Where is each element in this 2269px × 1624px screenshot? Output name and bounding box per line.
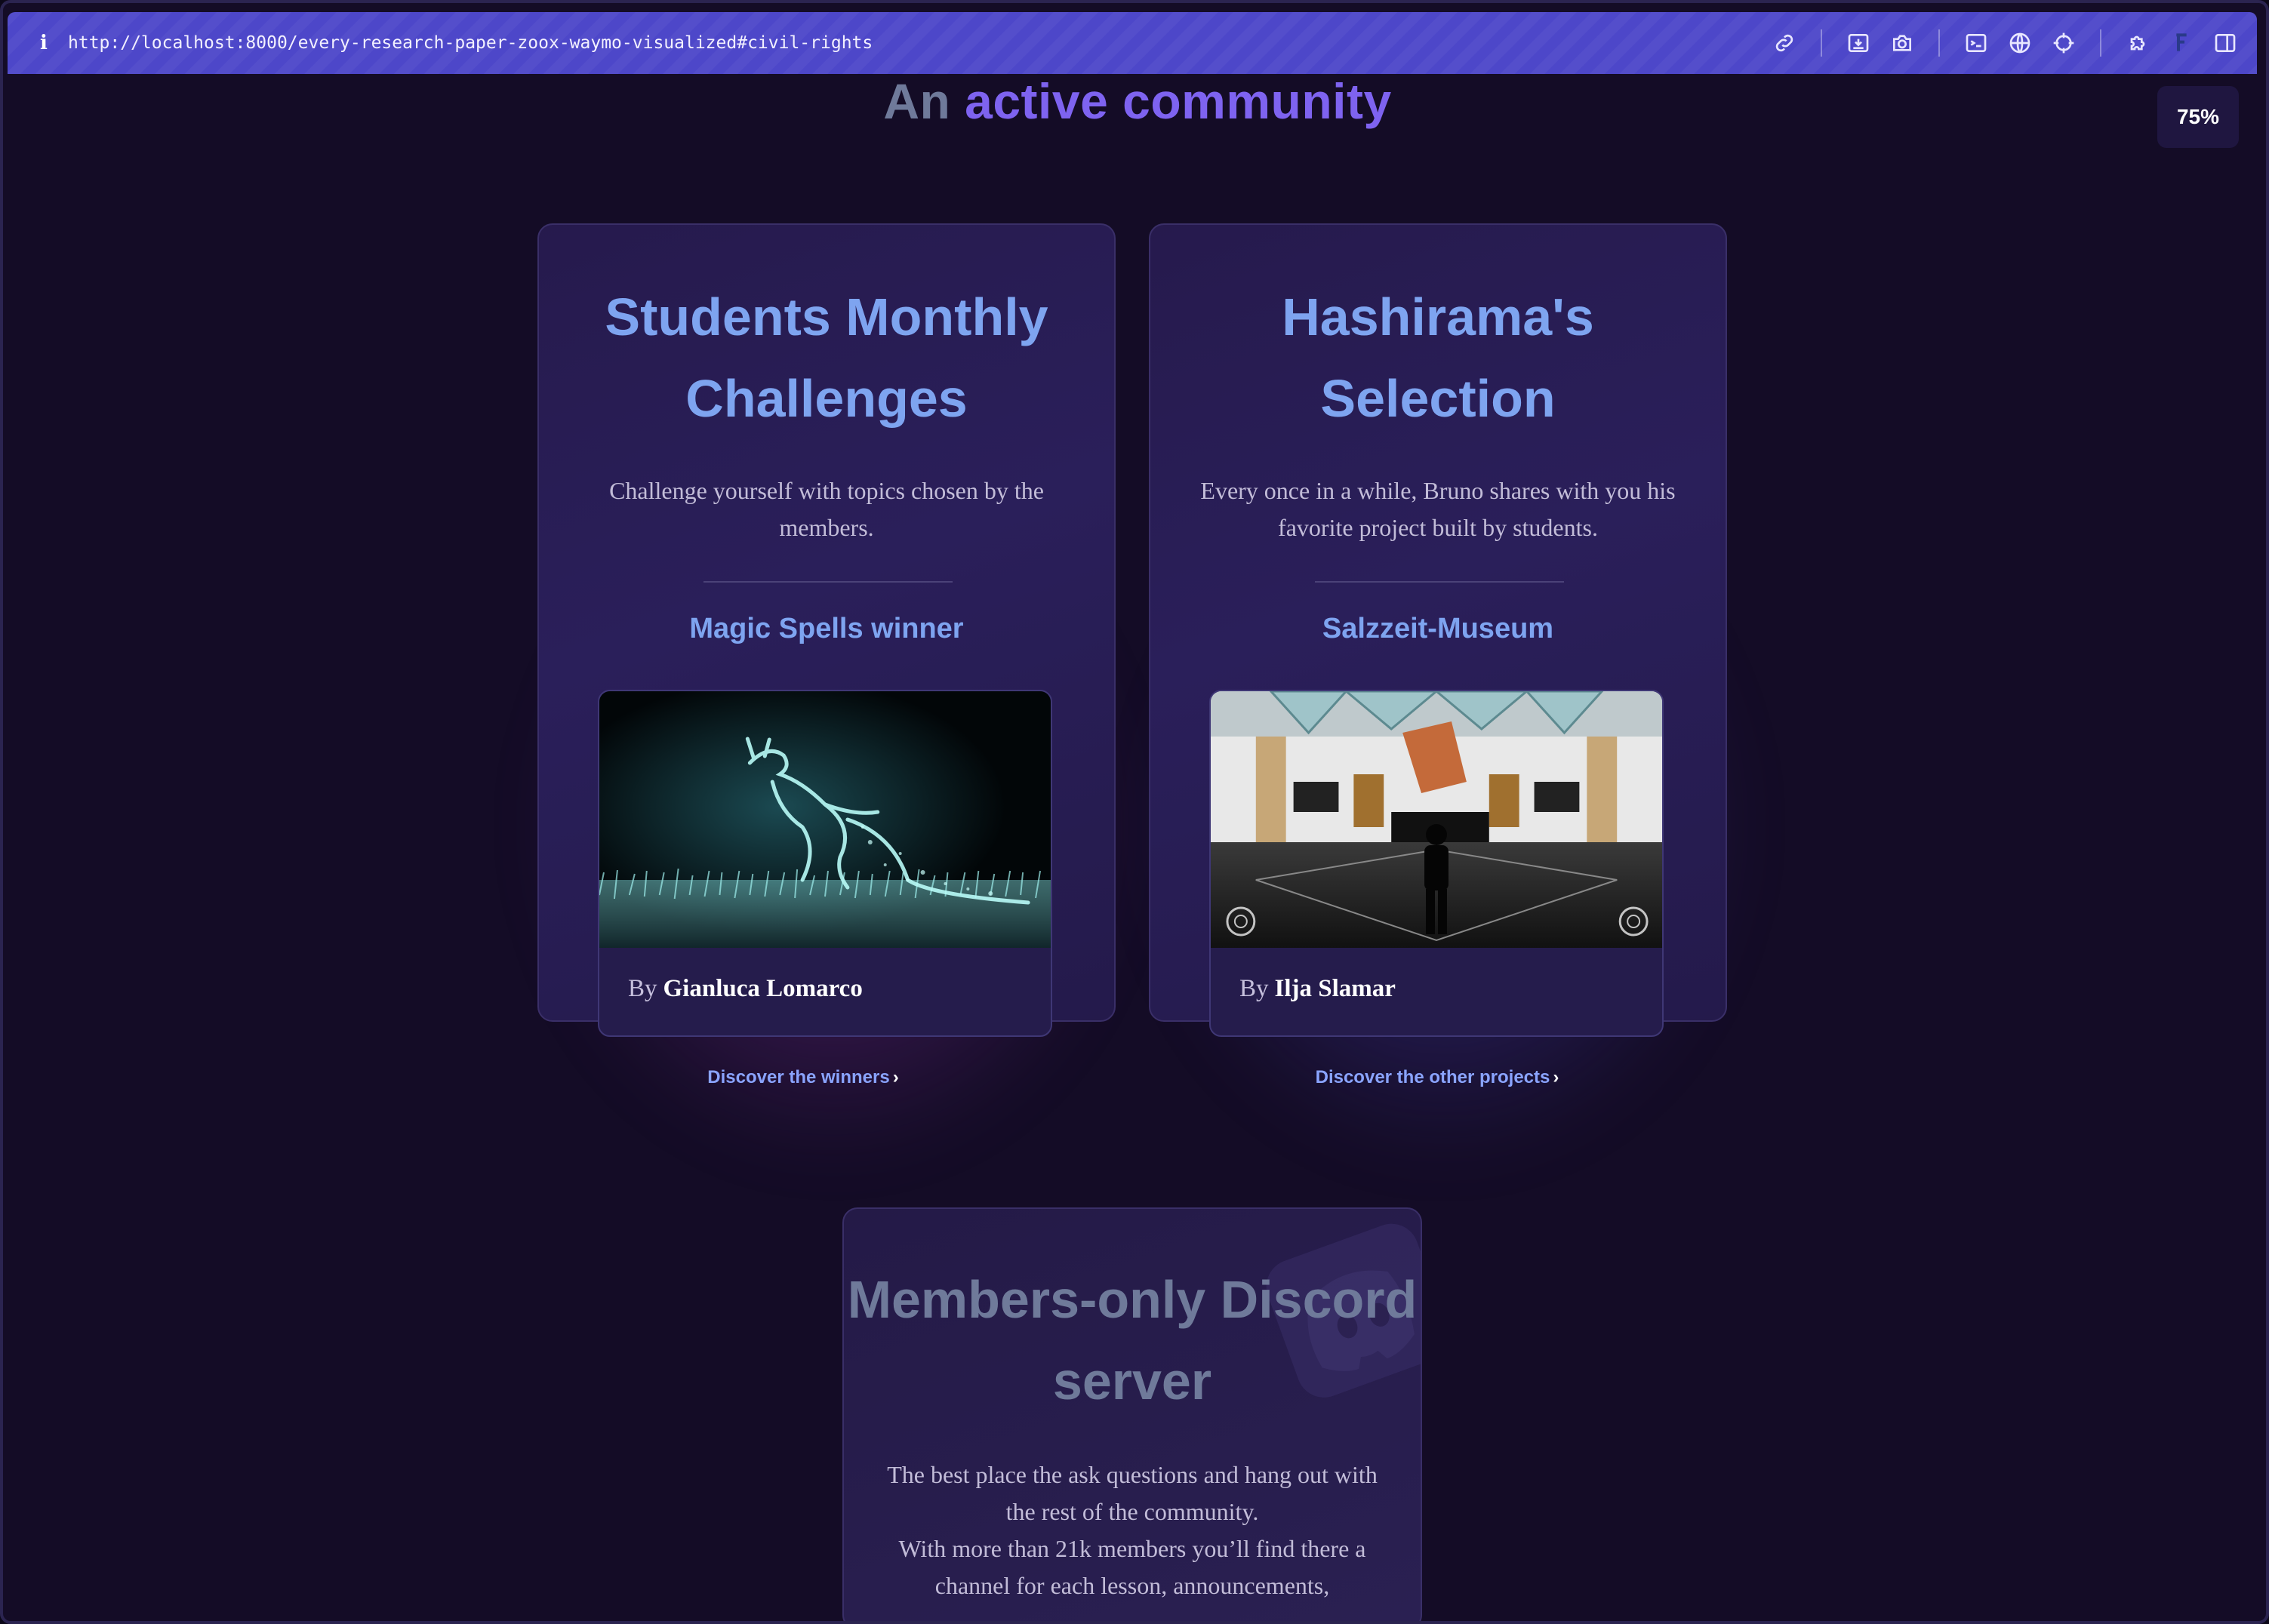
- globe-icon[interactable]: [2006, 29, 2033, 57]
- sidebar-icon[interactable]: [2212, 29, 2239, 57]
- discord-title: Members-only Discord server: [847, 1270, 1418, 1410]
- card-description: Challenge yourself with topics chosen by…: [609, 477, 1044, 541]
- browser-window: i http://localhost:8000/every-research-p…: [0, 0, 2269, 1624]
- extensions-icon[interactable]: [2124, 29, 2151, 57]
- toolbar-divider: [1938, 29, 1940, 57]
- author-name: Ilja Slamar: [1274, 975, 1396, 1002]
- discover-projects-link[interactable]: Discover the other projects ›: [1286, 1067, 1588, 1088]
- patronus-deer-image: [599, 691, 1051, 948]
- author-byline: By Gianluca Lomarco: [628, 975, 863, 1003]
- browser-toolbar: [1771, 12, 2239, 74]
- author-byline: By Ilja Slamar: [1239, 975, 1396, 1003]
- camera-icon[interactable]: [1889, 29, 1916, 57]
- card-subtitle: Salzzeit-Museum: [1322, 613, 1554, 644]
- address-bar[interactable]: i http://localhost:8000/every-research-p…: [8, 12, 2257, 74]
- section-heading: An active community: [3, 72, 2266, 130]
- card-description: Every once in a while, Bruno shares with…: [1200, 477, 1676, 541]
- brand-icon[interactable]: [2168, 29, 2195, 57]
- author-name: Gianluca Lomarco: [663, 975, 863, 1002]
- discord-card: Members-only Discord server The best pla…: [842, 1207, 1422, 1621]
- heading-plain: An: [883, 73, 951, 129]
- museum-3d-scene-image: [1211, 691, 1662, 948]
- chevron-right-icon: ›: [1553, 1067, 1559, 1087]
- url-text[interactable]: http://localhost:8000/every-research-pap…: [68, 33, 873, 53]
- terminal-icon[interactable]: [1963, 29, 1990, 57]
- discord-description: The best place the ask questions and han…: [882, 1456, 1383, 1604]
- card-title: Students Monthly Challenges: [605, 288, 1048, 428]
- discover-winners-link[interactable]: Discover the winners ›: [682, 1067, 924, 1088]
- link-label: Discover the winners: [707, 1067, 890, 1087]
- by-label: By: [628, 975, 657, 1002]
- by-label: By: [1239, 975, 1269, 1002]
- link-label: Discover the other projects: [1315, 1067, 1550, 1087]
- heading-accent: active community: [965, 73, 1392, 129]
- toolbar-divider: [1821, 29, 1822, 57]
- chevron-right-icon: ›: [892, 1067, 899, 1087]
- crosshair-icon[interactable]: [2050, 29, 2077, 57]
- card-title: Hashirama's Selection: [1282, 288, 1594, 428]
- divider: [703, 581, 953, 583]
- link-icon[interactable]: [1771, 29, 1798, 57]
- toolbar-divider: [2100, 29, 2101, 57]
- discord-description-line-1: The best place the ask questions and han…: [887, 1461, 1378, 1525]
- discord-description-line-2: With more than 21k members you’ll find t…: [898, 1535, 1366, 1599]
- museum-project-card[interactable]: By Ilja Slamar: [1209, 690, 1664, 1037]
- divider: [1315, 581, 1564, 583]
- card-subtitle: Magic Spells winner: [689, 613, 964, 644]
- info-icon[interactable]: i: [29, 32, 59, 54]
- winner-project-card[interactable]: By Gianluca Lomarco: [598, 690, 1052, 1037]
- save-page-icon[interactable]: [1845, 29, 1872, 57]
